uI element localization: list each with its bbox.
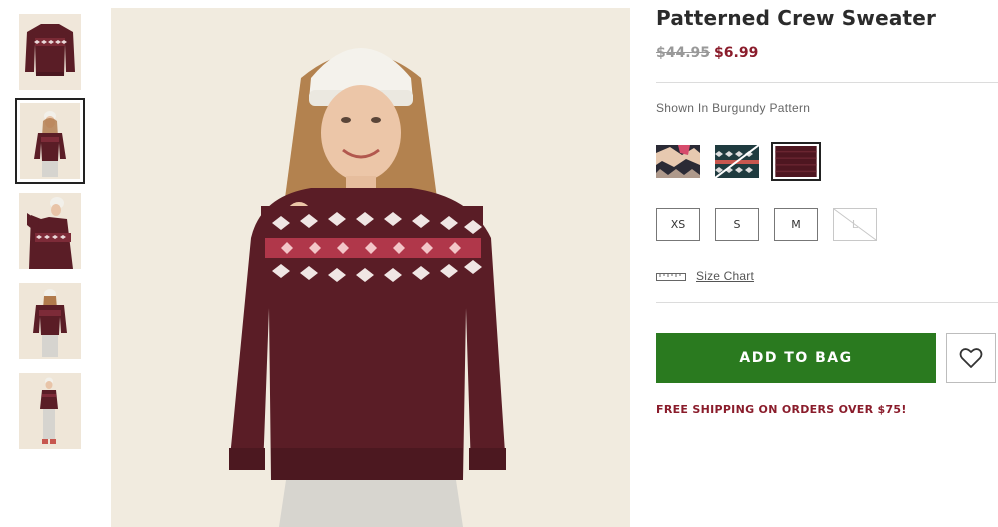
pink-pattern-swatch-image	[656, 145, 700, 178]
size-label: XS	[670, 218, 686, 231]
model-side-image	[19, 193, 81, 269]
burgundy-pattern-swatch-image	[775, 146, 817, 177]
thumbnail-flat-sweater[interactable]	[19, 14, 81, 90]
size-label: M	[791, 218, 801, 231]
price-block: $44.95 $6.99	[656, 45, 758, 61]
product-title: Patterned Crew Sweater	[656, 6, 937, 30]
divider	[656, 302, 998, 303]
wishlist-button[interactable]	[946, 333, 996, 383]
model-back-image	[19, 283, 81, 359]
flat-sweater-image	[19, 14, 81, 90]
heart-icon	[959, 348, 983, 368]
model-front-image	[20, 103, 80, 179]
divider	[656, 82, 998, 83]
size-option-m[interactable]: M	[774, 208, 818, 241]
color-swatches	[656, 142, 856, 182]
size-option-s[interactable]: S	[715, 208, 759, 241]
size-options: XS S M L	[656, 208, 886, 241]
swatch-burgundy-pattern[interactable]	[771, 142, 821, 181]
size-label: S	[733, 218, 741, 231]
product-info-panel: Patterned Crew Sweater $44.95 $6.99 Shown…	[656, 0, 998, 527]
unavailable-slash-icon	[834, 209, 876, 240]
thumbnail-model-front[interactable]	[15, 98, 85, 184]
free-shipping-message: FREE SHIPPING ON ORDERS OVER $75!	[656, 403, 907, 416]
thumbnail-model-full[interactable]	[19, 373, 81, 449]
size-chart-link[interactable]: Size Chart	[656, 268, 754, 284]
size-option-l-unavailable[interactable]: L	[833, 208, 877, 241]
add-to-bag-button[interactable]: ADD TO BAG	[656, 333, 936, 383]
model-wearing-sweater-image	[111, 8, 630, 527]
sale-price: $6.99	[714, 45, 759, 61]
swatch-navy-pattern[interactable]	[715, 145, 759, 178]
navy-pattern-swatch-image	[715, 145, 759, 178]
size-chart-label: Size Chart	[696, 269, 755, 283]
main-product-image[interactable]	[111, 8, 630, 527]
ruler-icon	[656, 273, 686, 281]
model-full-image	[19, 373, 81, 449]
swatch-pink-pattern[interactable]	[656, 145, 700, 178]
size-option-xs[interactable]: XS	[656, 208, 700, 241]
shown-in-color-label: Shown In Burgundy Pattern	[656, 101, 811, 115]
thumbnail-model-back[interactable]	[19, 283, 81, 359]
thumbnail-model-side[interactable]	[19, 193, 81, 269]
original-price: $44.95	[656, 45, 711, 61]
